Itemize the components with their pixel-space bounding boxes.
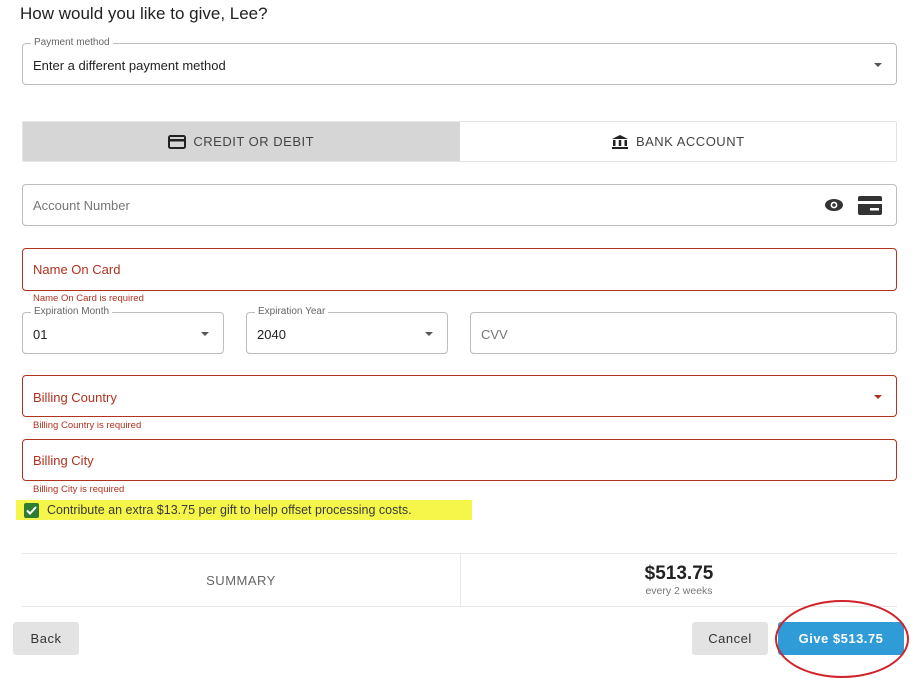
expiration-month-label: Expiration Month <box>31 306 113 318</box>
cvv-input[interactable]: CVV <box>470 312 897 354</box>
billing-country-placeholder: Billing Country <box>33 390 117 405</box>
back-button[interactable]: Back <box>13 622 79 655</box>
account-number-input[interactable]: Account Number <box>22 184 897 226</box>
summary-panel: SUMMARY $513.75 every 2 weeks <box>22 553 897 607</box>
billing-country-select[interactable]: Billing Country <box>22 375 897 417</box>
billing-city-error: Billing City is required <box>33 484 125 495</box>
summary-amount: $513.75 <box>644 563 714 584</box>
payment-type-tabs: CREDIT OR DEBIT BANK ACCOUNT <box>22 121 897 162</box>
billing-city-input[interactable]: Billing City <box>22 439 897 481</box>
cancel-button[interactable]: Cancel <box>692 622 768 655</box>
name-on-card-placeholder: Name On Card <box>33 262 121 277</box>
processing-fee-row: Contribute an extra $13.75 per gift to h… <box>16 500 472 520</box>
processing-fee-label[interactable]: Contribute an extra $13.75 per gift to h… <box>47 503 412 517</box>
summary-frequency: every 2 weeks <box>645 585 713 597</box>
expiration-year-select[interactable]: Expiration Year 2040 <box>246 306 448 354</box>
expiration-year-label: Expiration Year <box>255 306 329 318</box>
billing-country-error: Billing Country is required <box>33 420 142 431</box>
expiration-month-value: 01 <box>33 327 48 342</box>
chevron-down-icon <box>425 332 433 336</box>
page-heading: How would you like to give, Lee? <box>20 4 268 23</box>
chevron-down-icon <box>874 63 882 67</box>
credit-card-icon <box>168 134 187 149</box>
summary-total: $513.75 every 2 weeks <box>461 554 897 606</box>
expiration-year-value: 2040 <box>257 327 286 342</box>
payment-method-label: Payment method <box>31 37 113 49</box>
bank-icon <box>611 134 628 149</box>
tab-bank-account-label: BANK ACCOUNT <box>635 134 745 149</box>
payment-method-value: Enter a different payment method <box>33 58 226 73</box>
give-button[interactable]: Give $513.75 <box>778 622 904 655</box>
name-on-card-error: Name On Card is required <box>33 293 144 304</box>
card-icon <box>858 196 882 215</box>
chevron-down-icon <box>874 395 882 399</box>
processing-fee-checkbox[interactable] <box>24 502 39 518</box>
cvv-placeholder: CVV <box>481 327 508 342</box>
eye-icon[interactable] <box>824 198 844 212</box>
summary-label: SUMMARY <box>22 554 461 606</box>
chevron-down-icon <box>201 332 209 336</box>
account-number-placeholder: Account Number <box>33 198 130 213</box>
tab-credit-or-debit-label: CREDIT OR DEBIT <box>193 134 315 149</box>
expiration-month-select[interactable]: Expiration Month 01 <box>22 306 224 354</box>
payment-method-select[interactable]: Payment method Enter a different payment… <box>22 37 897 85</box>
tab-bank-account[interactable]: BANK ACCOUNT <box>460 122 897 161</box>
name-on-card-input[interactable]: Name On Card <box>22 248 897 291</box>
tab-credit-or-debit[interactable]: CREDIT OR DEBIT <box>23 122 460 161</box>
check-icon <box>26 505 37 515</box>
billing-city-placeholder: Billing City <box>33 453 94 468</box>
